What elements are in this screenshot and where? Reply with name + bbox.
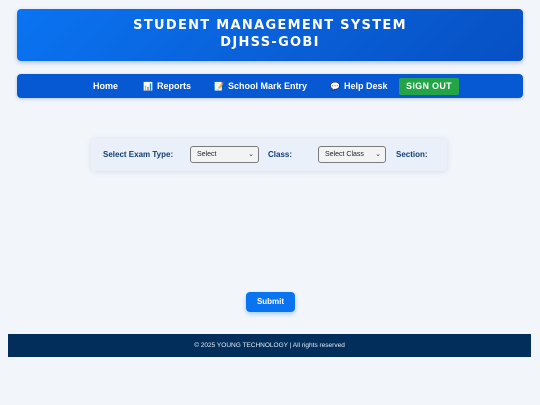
exam-type-select[interactable]: Select ⌄ [190, 146, 259, 163]
nav-home-label: Home [93, 81, 119, 91]
chevron-down-icon: ⌄ [375, 151, 381, 158]
exam-filter-panel: Select Exam Type: Select ⌄ Class: Select… [91, 138, 447, 171]
chevron-down-icon: ⌄ [248, 151, 254, 158]
page-title: STUDENT MANAGEMENT SYSTEM [133, 18, 407, 33]
nav-reports-label: Reports [156, 81, 191, 91]
nav-reports[interactable]: 📊 Reports [143, 74, 191, 98]
sign-out-button[interactable]: SIGN OUT [399, 78, 459, 95]
class-label: Class: [268, 150, 293, 159]
exam-type-label: Select Exam Type: [103, 150, 174, 159]
footer-copyright: © 2025 YOUNG TECHNOLOGY | All rights res… [194, 342, 345, 349]
exam-type-value: Select [197, 151, 217, 158]
footer: © 2025 YOUNG TECHNOLOGY | All rights res… [8, 334, 531, 357]
nav-home[interactable]: Home [93, 74, 118, 98]
class-select[interactable]: Select Class ⌄ [318, 146, 386, 163]
school-name: DJHSS-GOBI [220, 35, 320, 50]
nav-help-desk-label: Help Desk [343, 81, 388, 91]
nav-help-desk[interactable]: 💬 Help Desk [330, 74, 388, 98]
class-value: Select Class [325, 151, 364, 158]
memo-icon: 📝 [214, 82, 224, 91]
nav-school-mark-entry[interactable]: 📝 School Mark Entry [214, 74, 307, 98]
app-header: STUDENT MANAGEMENT SYSTEM DJHSS-GOBI [17, 9, 523, 61]
submit-button[interactable]: Submit [246, 292, 295, 312]
main-nav: Home 📊 Reports 📝 School Mark Entry 💬 Help D… [17, 74, 523, 98]
section-label: Section: [396, 150, 428, 159]
bar-chart-icon: 📊 [143, 82, 153, 91]
nav-mark-entry-label: School Mark Entry [227, 81, 307, 91]
speech-bubble-icon: 💬 [330, 82, 340, 91]
